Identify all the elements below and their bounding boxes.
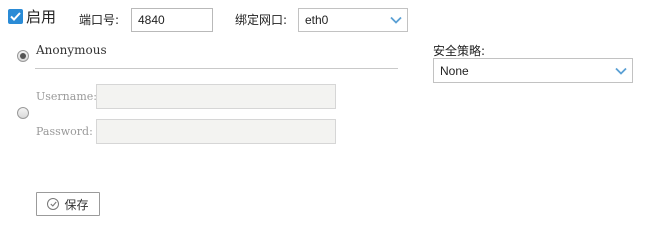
password-label: Password: bbox=[36, 125, 93, 138]
chevron-down-icon bbox=[615, 67, 627, 75]
port-value: 4840 bbox=[138, 13, 165, 27]
chevron-down-icon bbox=[390, 16, 402, 24]
bind-interface-select[interactable]: eth0 bbox=[298, 8, 408, 32]
bind-interface-label: 绑定网口: bbox=[235, 13, 288, 27]
save-button-label: 保存 bbox=[64, 197, 89, 212]
security-policy-label: 安全策略: bbox=[433, 44, 486, 58]
check-circle-icon bbox=[47, 198, 60, 210]
username-input[interactable] bbox=[96, 84, 336, 109]
security-policy-select[interactable]: None bbox=[433, 58, 633, 83]
anonymous-radio[interactable] bbox=[17, 50, 29, 62]
checkmark-icon bbox=[10, 12, 21, 21]
port-label: 端口号: bbox=[79, 13, 120, 27]
divider bbox=[35, 68, 398, 69]
enable-label: 启用 bbox=[26, 8, 57, 26]
credentials-radio[interactable] bbox=[17, 107, 29, 119]
security-policy-value: None bbox=[440, 63, 469, 78]
radio-selected-dot bbox=[20, 53, 26, 59]
bind-interface-value: eth0 bbox=[305, 13, 329, 27]
username-label: Username: bbox=[36, 90, 97, 103]
enable-checkbox[interactable] bbox=[8, 9, 23, 24]
anonymous-label: Anonymous bbox=[36, 43, 107, 57]
port-input[interactable]: 4840 bbox=[131, 8, 213, 32]
password-input[interactable] bbox=[96, 119, 336, 144]
save-button[interactable]: 保存 bbox=[36, 192, 100, 216]
